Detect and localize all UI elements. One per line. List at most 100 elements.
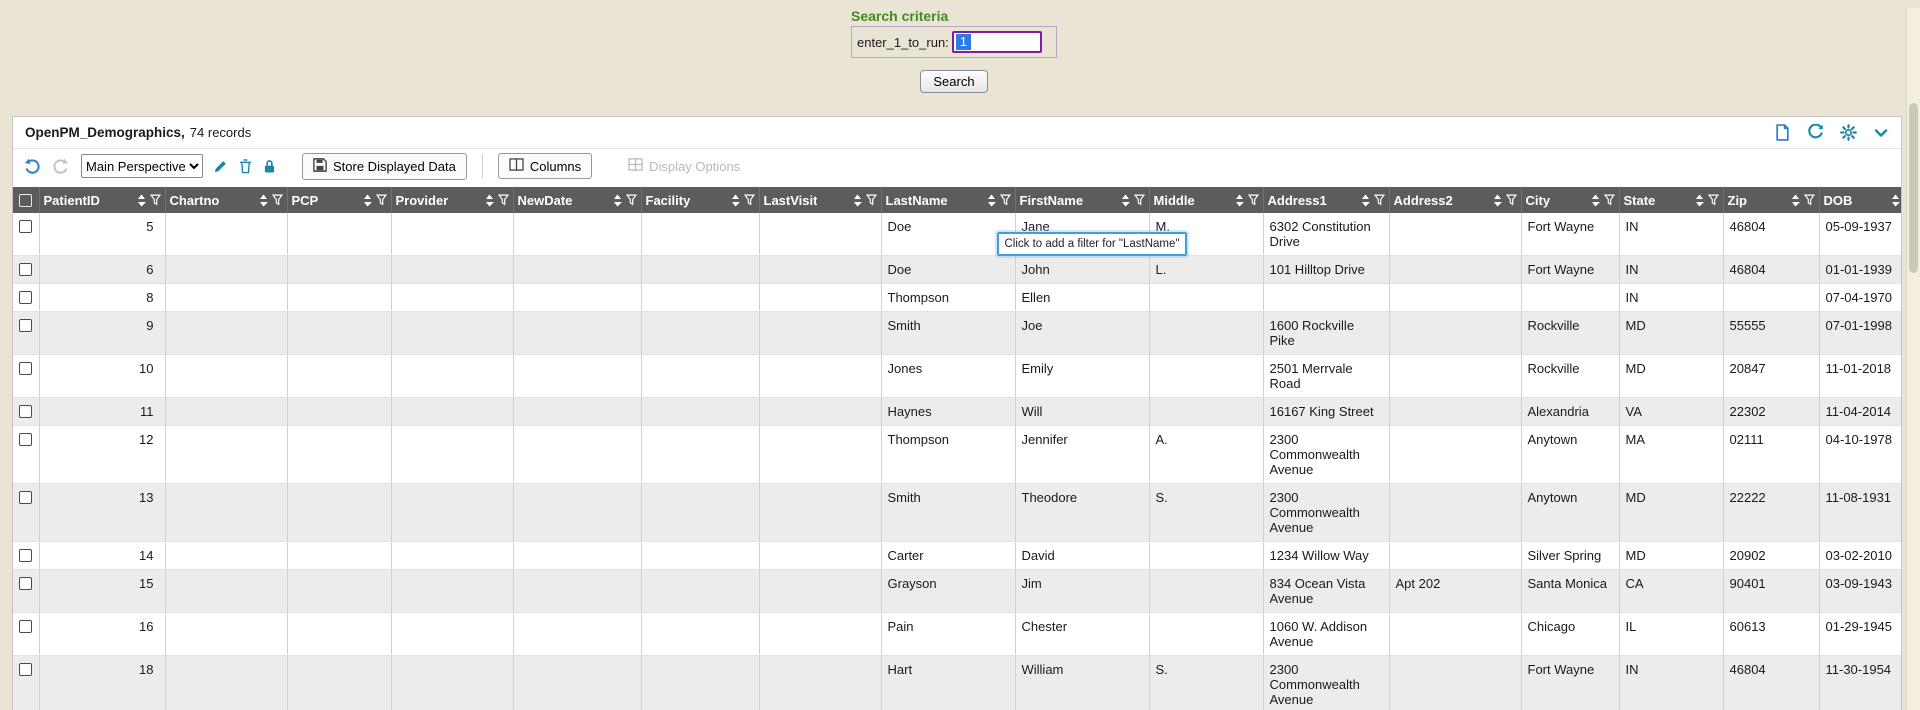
cell-middle: L. [1149,256,1263,284]
cell-facility [641,355,759,398]
cell-city [1521,284,1619,312]
row-checkbox[interactable] [19,620,32,633]
filter-icon[interactable] [1708,194,1719,206]
sort-icon[interactable] [853,194,862,207]
cell-state: IN [1619,256,1723,284]
column-header-lastvisit[interactable]: LastVisit [759,187,881,213]
edit-pencil-icon[interactable] [212,159,229,174]
row-checkbox[interactable] [19,433,32,446]
document-icon[interactable] [1774,124,1791,141]
store-displayed-data-button[interactable]: Store Displayed Data [302,153,467,180]
filter-icon[interactable] [1804,194,1815,206]
filter-icon[interactable] [498,194,509,206]
filter-icon[interactable] [744,194,755,206]
sort-icon[interactable] [259,194,268,207]
refresh-icon[interactable] [1807,124,1824,141]
column-header-middle[interactable]: Middle [1149,187,1263,213]
row-checkbox-cell [13,312,39,355]
column-header-lastname[interactable]: LastName [881,187,1015,213]
sort-icon[interactable] [1361,194,1370,207]
filter-icon[interactable] [150,194,161,206]
column-header-city[interactable]: City [1521,187,1619,213]
sort-icon[interactable] [363,194,372,207]
select-all-checkbox[interactable] [19,194,32,207]
sort-icon[interactable] [137,194,146,207]
column-header-address2[interactable]: Address2 [1389,187,1521,213]
run-input-value: 1 [956,34,971,50]
filter-icon[interactable] [1134,194,1145,206]
row-checkbox[interactable] [19,319,32,332]
column-header-chartno[interactable]: Chartno [165,187,287,213]
cell-state: MA [1619,426,1723,484]
cell-newdate [513,484,641,542]
filter-icon[interactable] [376,194,387,206]
results-panel: OpenPM_Demographics, 74 records [12,116,1902,710]
row-checkbox[interactable] [19,491,32,504]
sort-icon[interactable] [1891,194,1900,207]
column-header-zip[interactable]: Zip [1723,187,1819,213]
row-checkbox[interactable] [19,405,32,418]
chevron-down-icon[interactable] [1873,125,1889,141]
sort-icon[interactable] [485,194,494,207]
cell-lastname: Doe [881,256,1015,284]
row-checkbox[interactable] [19,549,32,562]
row-checkbox[interactable] [19,220,32,233]
lock-icon[interactable] [262,159,277,174]
search-button[interactable]: Search [920,70,987,93]
columns-button[interactable]: Columns [498,153,592,179]
perspective-select[interactable]: Main Perspective [81,154,203,178]
column-header-pcp[interactable]: PCP [287,187,391,213]
row-checkbox[interactable] [19,362,32,375]
filter-icon[interactable] [1248,194,1259,206]
vertical-scrollbar[interactable] [1906,8,1920,710]
filter-icon[interactable] [866,194,877,206]
undo-icon[interactable] [23,158,42,175]
cell-chartno [165,570,287,613]
filter-icon[interactable] [1604,194,1615,206]
table-row: 12ThompsonJenniferA.2300 Commonwealth Av… [13,426,1901,484]
grid-viewport: PatientIDChartno PCP ProviderNewDateFacili… [13,187,1901,710]
row-checkbox-cell [13,213,39,256]
cell-provider [391,542,513,570]
filter-icon[interactable] [1506,194,1517,206]
redo-icon[interactable] [51,158,70,175]
filter-icon[interactable] [1374,194,1385,206]
sort-icon[interactable] [1791,194,1800,207]
column-header-firstname[interactable]: FirstName [1015,187,1149,213]
column-header-provider[interactable]: Provider [391,187,513,213]
column-header-newdate[interactable]: NewDate [513,187,641,213]
sort-icon[interactable] [613,194,622,207]
row-checkbox[interactable] [19,663,32,676]
run-field-label: enter_1_to_run: [857,35,949,50]
cell-state: IL [1619,613,1723,656]
column-header-state[interactable]: State [1619,187,1723,213]
sort-icon[interactable] [1121,194,1130,207]
filter-icon[interactable] [272,194,283,206]
cell-middle: S. [1149,656,1263,710]
column-header-facility[interactable]: Facility [641,187,759,213]
filter-icon[interactable] [1000,194,1011,206]
column-header-dob[interactable]: DOB [1819,187,1901,213]
column-label: PCP [292,193,319,208]
sort-icon[interactable] [1591,194,1600,207]
columns-label: Columns [530,159,581,174]
sort-icon[interactable] [1493,194,1502,207]
sort-icon[interactable] [987,194,996,207]
row-checkbox[interactable] [19,577,32,590]
run-input[interactable]: 1 [952,31,1042,53]
scrollbar-thumb[interactable] [1909,103,1918,273]
column-label: Address2 [1394,193,1453,208]
sort-icon[interactable] [1695,194,1704,207]
gear-icon[interactable] [1840,124,1857,141]
row-checkbox[interactable] [19,263,32,276]
column-header-patientid[interactable]: PatientID [39,187,165,213]
filter-tooltip: Click to add a filter for "LastName" [997,232,1187,256]
cell-dob: 07-01-1998 [1819,312,1901,355]
filter-icon[interactable] [626,194,637,206]
sort-icon[interactable] [731,194,740,207]
trash-icon[interactable] [238,159,253,174]
sort-icon[interactable] [1235,194,1244,207]
column-header-address1[interactable]: Address1 [1263,187,1389,213]
table-row: 18HartWilliamS.2300 Commonwealth AvenueF… [13,656,1901,710]
row-checkbox[interactable] [19,291,32,304]
